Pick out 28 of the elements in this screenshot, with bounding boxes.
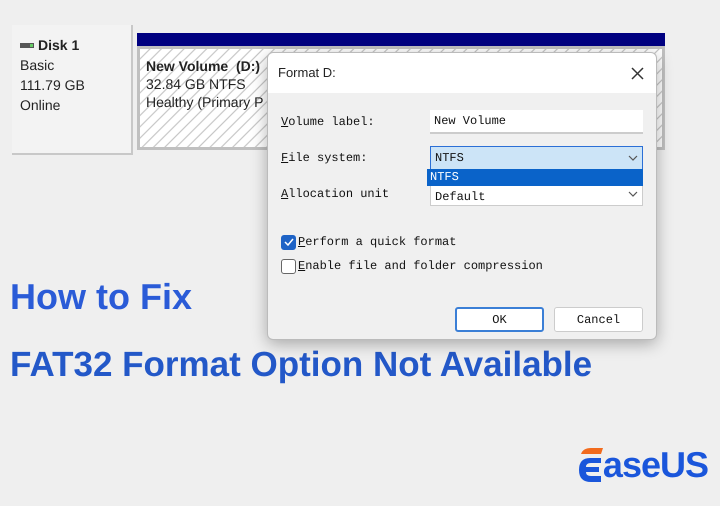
field-label: Allocation unit <box>281 186 390 203</box>
volume-name: New Volume (D:) <box>146 57 260 75</box>
dialog-title: Format D: <box>278 64 336 82</box>
close-icon[interactable] <box>631 66 644 80</box>
volume-label-field[interactable]: New Volume <box>430 110 643 134</box>
dropdown-option[interactable]: NTFS <box>427 169 643 186</box>
chevron-down-icon <box>628 155 638 161</box>
headline: FAT32 Format Option Not Available <box>10 345 594 385</box>
headline: How to Fix <box>10 277 193 317</box>
checkbox[interactable] <box>281 258 296 274</box>
checkmark-icon <box>284 238 294 246</box>
checkbox-label: Perform a quick format <box>298 234 456 251</box>
field-label: Volume label: <box>281 114 375 131</box>
dialog-button[interactable]: OK <box>455 307 544 332</box>
dialog-button[interactable]: Cancel <box>554 307 643 332</box>
checkbox-label: Enable file and folder compression <box>298 258 543 275</box>
logo-text: aseUS <box>602 446 708 484</box>
checkbox[interactable] <box>281 234 296 250</box>
disk-size: 111.79 GB <box>20 76 86 95</box>
field-label: File system: <box>281 150 368 167</box>
volume-size: 32.84 GB NTFS <box>146 75 247 93</box>
disk-status: Online <box>20 96 62 115</box>
dropdown[interactable]: NTFS <box>430 146 643 170</box>
disk-name: Disk 1 <box>38 36 80 55</box>
chevron-down-icon <box>628 191 638 197</box>
disk-type: Basic <box>20 56 56 75</box>
volume-status: Healthy (Primary P <box>146 93 264 111</box>
logo-icon <box>576 446 603 484</box>
